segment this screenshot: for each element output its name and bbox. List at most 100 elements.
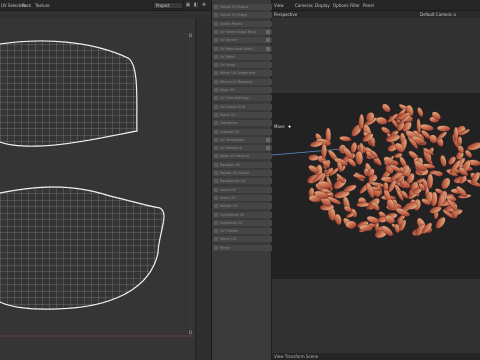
panel-row[interactable]: Mirror UV Mapping: [213, 78, 272, 85]
tool-icon: [214, 5, 218, 9]
uv-corner-label: U: [189, 33, 192, 38]
uv-toolbar: [0, 11, 211, 18]
seed-shape: [308, 154, 319, 161]
panel-row[interactable]: Select UV Edge: [213, 12, 272, 19]
panel-row-label: UV Grid Settings: [220, 96, 249, 101]
panel-row[interactable]: Select Points: [213, 20, 272, 27]
camera-label[interactable]: Default Camera ⊙: [420, 12, 456, 17]
panel-row[interactable]: UV Mirroring: [213, 145, 272, 152]
tool-icon: [214, 54, 218, 59]
panel-row[interactable]: Lasso UV: [213, 186, 272, 193]
move-cross-icon: ✚: [288, 124, 292, 129]
panel-row-label: Unwrap UV: [220, 129, 240, 134]
seed-shape: [350, 142, 357, 153]
panel-row[interactable]: UV Island Grid: [213, 103, 272, 110]
status-label: View Transform Scene: [274, 354, 319, 359]
uv-menu-item[interactable]: Texture: [35, 3, 50, 8]
panel-row-label: Mirror UV Alignment: [220, 71, 256, 76]
uv-side-strip[interactable]: [195, 18, 211, 360]
tool-icon: [214, 220, 218, 225]
option-checkbox[interactable]: [266, 38, 270, 43]
tool-icon: [214, 29, 218, 34]
panel-row-label: Spherical UV: [220, 220, 243, 225]
panel-row[interactable]: Rotate UV: [213, 203, 272, 210]
panel-row[interactable]: Mirror: [213, 244, 272, 251]
seed-shape: [345, 220, 357, 229]
panel-row-label: Rotate UV: [220, 204, 238, 209]
view-menu-item[interactable]: Display: [315, 3, 330, 8]
panel-row[interactable]: UV Straighten: [213, 136, 272, 143]
tool-icon: [214, 154, 218, 159]
tool-icon[interactable]: ◧: [193, 2, 199, 8]
panel-row-label: Lasso UV: [220, 187, 236, 192]
panel-row-label: Transform: [220, 121, 238, 126]
panel-row[interactable]: UV Grid Settings: [213, 95, 272, 102]
tool-icon: [214, 195, 218, 200]
panel-row[interactable]: Align UV Vertical: [213, 153, 272, 160]
option-checkbox[interactable]: [266, 137, 270, 142]
panel-row[interactable]: Mirror UV Alignment: [213, 70, 272, 77]
panel-row[interactable]: Rotate UV Island: [213, 170, 272, 176]
panel-row[interactable]: Scale UV: [213, 194, 272, 201]
view-menu-item[interactable]: Options: [333, 3, 348, 8]
panel-row[interactable]: Randomize UV: [213, 178, 272, 185]
view-header: Perspective Default Camera ⊙: [272, 11, 480, 18]
tool-icon: [214, 104, 218, 109]
panel-row-label: UV Weld: [220, 54, 235, 59]
tool-icon: [214, 13, 218, 18]
tool-icon: [214, 237, 218, 242]
panel-row[interactable]: Spherical UV: [213, 219, 272, 226]
tool-icon[interactable]: ✥: [201, 2, 207, 8]
tool-icon: [214, 204, 218, 209]
panel-row[interactable]: Select UV Island: [213, 4, 272, 10]
panel-row[interactable]: UV Snap: [213, 62, 272, 69]
uv-viewport[interactable]: U U: [0, 18, 195, 360]
seed-shape: [346, 212, 355, 218]
panel-row-label: Relax UV: [220, 112, 236, 117]
panel-row[interactable]: UV Select Edge Ring: [213, 28, 272, 35]
panel-row-label: UV Select Edge Ring: [220, 29, 256, 34]
panel-row-label: Select UV Island: [220, 5, 249, 9]
panel-row-label: Rotate UV Island: [220, 171, 250, 175]
uv-corner-label: U: [189, 330, 192, 335]
option-checkbox[interactable]: [266, 146, 270, 151]
tool-icon: [214, 88, 218, 92]
panel-row[interactable]: UV Shrink: [213, 37, 272, 44]
panel-row[interactable]: Align UV: [213, 87, 272, 93]
panel-row-label: Align UV: [220, 88, 235, 92]
uv-menu-item[interactable]: Pack: [22, 3, 31, 8]
tool-icon: [214, 212, 218, 217]
panel-row[interactable]: Cylindrical UV: [213, 211, 272, 218]
seed-shape: [309, 140, 323, 148]
panel-row[interactable]: Random UV: [213, 161, 272, 168]
tool-icon: [214, 21, 218, 26]
panel-row[interactable]: Unwrap UV: [213, 128, 272, 135]
view-menu-item[interactable]: Panel: [363, 3, 374, 8]
move-tool-label[interactable]: Move ✚: [274, 124, 291, 129]
uv-island-upper[interactable]: [0, 33, 140, 151]
uv-island-lower[interactable]: [0, 178, 170, 313]
seed-shape: [440, 155, 447, 167]
panel-row[interactable]: Transform: [213, 120, 272, 127]
tool-icon[interactable]: ▣: [185, 2, 191, 8]
option-checkbox[interactable]: [266, 29, 270, 34]
option-checkbox[interactable]: [266, 46, 270, 51]
panel-row[interactable]: UV Flatten: [213, 228, 272, 235]
view-menu-item[interactable]: Filter: [350, 3, 360, 8]
view-menu-item[interactable]: Cameras: [295, 3, 313, 8]
panel-row-label: Mirror UV Mapping: [220, 79, 253, 84]
panel-row[interactable]: Relax UV: [213, 111, 272, 118]
projection-label[interactable]: Perspective: [274, 12, 297, 17]
panel-row[interactable]: UV Weld and Stitch: [213, 45, 272, 52]
tool-icon: [214, 137, 218, 142]
panel-row[interactable]: UV Weld: [213, 53, 272, 60]
project-select[interactable]: Project: [153, 2, 183, 9]
seed-shape: [343, 184, 357, 193]
tool-icon: [214, 121, 218, 126]
panel-row-label: Mirror: [220, 245, 231, 250]
view-menu-item[interactable]: View: [274, 3, 284, 8]
panel-row[interactable]: Mirror UV: [213, 236, 272, 243]
panel-row-label: UV Straighten: [220, 137, 245, 142]
tool-icon: [214, 79, 218, 84]
panel-row-label: UV Mirroring: [220, 146, 242, 151]
